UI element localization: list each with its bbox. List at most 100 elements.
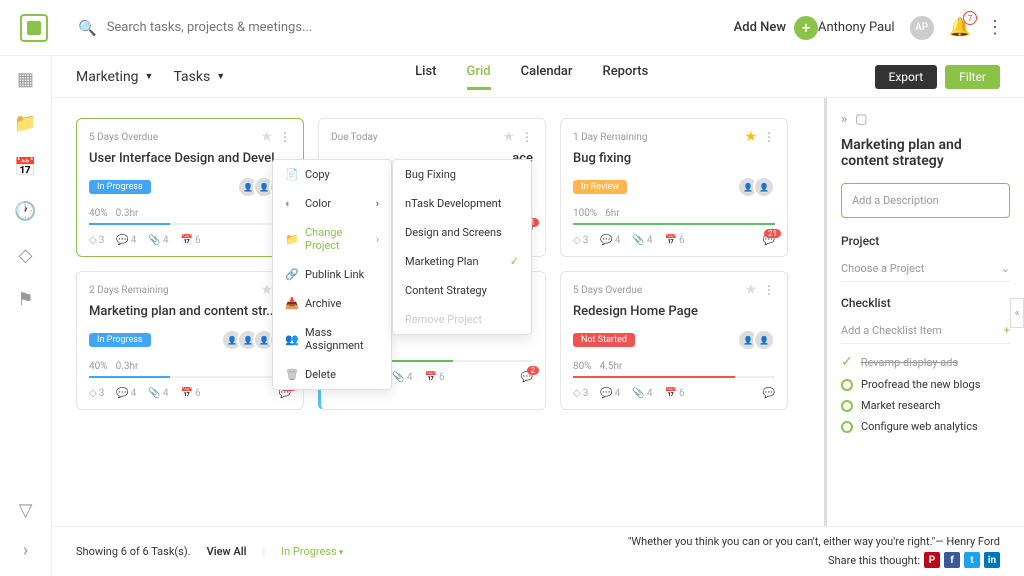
checkbox-icon[interactable] xyxy=(841,400,853,412)
copy-icon: 📄 xyxy=(285,168,297,181)
check-icon: ✓ xyxy=(510,255,519,268)
ctx-archive[interactable]: 📥Archive xyxy=(273,289,391,318)
more-icon[interactable]: ⋮ xyxy=(986,17,1004,38)
filter-button[interactable]: Filter xyxy=(945,65,1000,89)
attachments-count: 📎4 xyxy=(148,388,168,399)
project-section-label: Project xyxy=(841,234,1010,248)
description-input[interactable]: Add a Description xyxy=(841,183,1010,218)
status-badge: In Review xyxy=(573,180,627,194)
breadcrumb-section[interactable]: Tasks▼ xyxy=(173,69,225,85)
expand-icon[interactable]: » xyxy=(841,112,847,127)
username: Anthony Paul xyxy=(818,20,895,35)
progress-pct: 40% xyxy=(89,361,108,372)
card-more-icon[interactable]: ⋮ xyxy=(763,130,775,144)
view-list[interactable]: List xyxy=(415,64,436,90)
nav-risks-icon[interactable]: ⚑ xyxy=(15,288,37,310)
nav-time-icon[interactable]: 🕐 xyxy=(15,200,37,222)
progress-hrs: 4.5hr xyxy=(600,361,623,372)
task-card[interactable]: 5 Days Overdue★⋮ User Interface Design a… xyxy=(76,118,304,257)
search-icon[interactable]: 🔍 xyxy=(78,19,97,37)
quote-text: "Whether you think you can or you can't,… xyxy=(628,535,1000,548)
nav-projects-icon[interactable]: ▦ xyxy=(15,68,37,90)
sub-header: Marketing▼ Tasks▼ List Grid Calendar Rep… xyxy=(52,56,1024,98)
due-label: 1 Day Remaining xyxy=(573,132,647,143)
star-icon[interactable]: ★ xyxy=(744,129,757,145)
chat-icon[interactable]: 💬21 xyxy=(763,235,775,246)
task-card[interactable]: 2 Days Remaining★⋮ Marketing plan and co… xyxy=(76,271,304,410)
nav-issues-icon[interactable]: ◇ xyxy=(15,244,37,266)
checklist-item[interactable]: ✓Revamp display ads xyxy=(841,354,1010,370)
checkbox-icon[interactable] xyxy=(841,421,853,433)
submenu-item[interactable]: Bug Fixing xyxy=(393,160,531,189)
window-icon[interactable]: ▢ xyxy=(855,112,867,127)
twitter-icon[interactable]: t xyxy=(964,552,980,568)
subtasks-count: ◇3 xyxy=(573,388,588,399)
ctx-color[interactable]: ◐Color› xyxy=(273,189,391,218)
checklist-item[interactable]: Market research xyxy=(841,399,1010,412)
star-icon[interactable]: ★ xyxy=(502,129,515,145)
checkbox-icon[interactable] xyxy=(841,379,853,391)
project-select[interactable]: Choose a Project⌄ xyxy=(841,256,1010,282)
card-more-icon[interactable]: ⋮ xyxy=(521,130,533,144)
submenu-item[interactable]: Marketing Plan✓ xyxy=(393,247,531,276)
trash-icon: 🗑 xyxy=(285,368,297,381)
checklist-item[interactable]: Proofread the new blogs xyxy=(841,378,1010,391)
task-card[interactable]: 5 Days Overdue★⋮ Redesign Home Page Not … xyxy=(560,271,788,410)
submenu-remove[interactable]: Remove Project xyxy=(393,305,531,334)
export-button[interactable]: Export xyxy=(875,65,938,89)
filter-icon[interactable]: ▽ xyxy=(15,499,37,521)
facebook-icon[interactable]: f xyxy=(944,552,960,568)
star-icon[interactable]: ★ xyxy=(260,129,273,145)
view-calendar[interactable]: Calendar xyxy=(521,64,573,90)
notifications-icon[interactable]: 🔔7 xyxy=(949,17,971,38)
detail-title: Marketing plan and content strategy xyxy=(841,137,1010,169)
color-icon: ◐ xyxy=(285,197,297,210)
star-icon[interactable]: ★ xyxy=(744,282,757,298)
subtasks-count: ◇3 xyxy=(573,235,588,246)
pinterest-icon[interactable]: P xyxy=(924,552,940,568)
add-new-button[interactable]: + xyxy=(794,16,818,40)
assignee-avatar[interactable]: 👤 xyxy=(753,176,775,198)
app-logo[interactable] xyxy=(20,14,48,42)
search-input[interactable] xyxy=(107,20,407,35)
ctx-change-project[interactable]: 📁Change Project› xyxy=(273,218,391,260)
detail-panel: » ▢ Marketing plan and content strategy A… xyxy=(824,98,1024,576)
chat-icon[interactable]: 💬 xyxy=(763,388,775,399)
chat-icon[interactable]: 💬2 xyxy=(521,372,533,383)
view-all-link[interactable]: View All xyxy=(207,545,247,558)
card-title: Redesign Home Page xyxy=(573,304,775,319)
assignee-avatar[interactable]: 👤 xyxy=(753,329,775,351)
due-label: 5 Days Overdue xyxy=(573,285,642,296)
collapse-icon[interactable]: › xyxy=(15,539,37,561)
filter-inprogress[interactable]: In Progress▾ xyxy=(281,545,343,558)
submenu-item[interactable]: Content Strategy xyxy=(393,276,531,305)
topbar: 🔍 Add New + Anthony Paul AP 🔔7 ⋮ xyxy=(0,0,1024,56)
progress-hrs: 0.3hr xyxy=(116,361,139,372)
view-grid[interactable]: Grid xyxy=(467,64,491,90)
linkedin-icon[interactable]: in xyxy=(984,552,1000,568)
due-label: 2 Days Remaining xyxy=(89,285,169,296)
progress-pct: 100% xyxy=(573,208,597,219)
card-more-icon[interactable]: ⋮ xyxy=(763,283,775,297)
comments-count: 💬4 xyxy=(600,388,620,399)
submenu-item[interactable]: nTask Development xyxy=(393,189,531,218)
ctx-delete[interactable]: 🗑Delete xyxy=(273,360,391,389)
comments-count: 💬4 xyxy=(116,388,136,399)
ctx-mass-assignment[interactable]: 👥Mass Assignment xyxy=(273,318,391,360)
add-checklist-input[interactable]: Add a Checklist Item+ xyxy=(841,318,1010,344)
panel-collapse-icon[interactable]: « xyxy=(1010,298,1024,328)
checklist-item[interactable]: Configure web analytics xyxy=(841,420,1010,433)
nav-folder-icon[interactable]: 📁 xyxy=(15,112,37,134)
task-card[interactable]: 1 Day Remaining★⋮ Bug fixing In Review👤👤… xyxy=(560,118,788,257)
attachments-count: 📎4 xyxy=(148,235,168,246)
view-reports[interactable]: Reports xyxy=(603,64,649,90)
ctx-publink[interactable]: 🔗Publink Link xyxy=(273,260,391,289)
breadcrumb-project[interactable]: Marketing▼ xyxy=(76,69,153,85)
nav-calendar-icon[interactable]: 📅 xyxy=(15,156,37,178)
submenu-item[interactable]: Design and Screens xyxy=(393,218,531,247)
card-more-icon[interactable]: ⋮ xyxy=(279,130,291,144)
ctx-copy[interactable]: 📄Copy xyxy=(273,160,391,189)
context-menu: 📄Copy ◐Color› 📁Change Project› 🔗Publink … xyxy=(272,159,392,390)
comments-count: 💬4 xyxy=(600,235,620,246)
user-avatar[interactable]: AP xyxy=(910,16,934,40)
